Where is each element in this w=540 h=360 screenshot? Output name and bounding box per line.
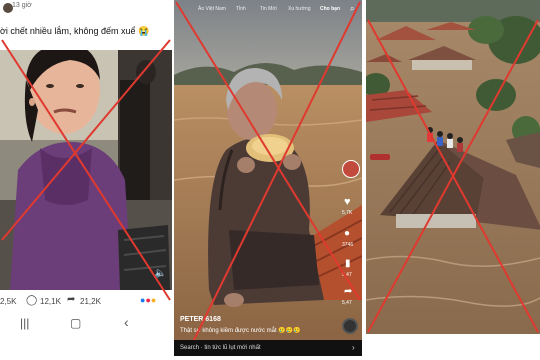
like-count: 5,7K [342, 210, 353, 216]
video-username[interactable]: PETER 6168 [180, 316, 221, 323]
like-icon[interactable]: ♥ [344, 196, 351, 208]
save-count: 5,47 [342, 272, 352, 278]
tab-2[interactable]: Tỉnh [236, 6, 246, 12]
share-icon[interactable]: ➦ [344, 286, 352, 297]
bookmark-icon[interactable]: ▮ [345, 258, 351, 269]
comments-count[interactable]: 12,1K [40, 297, 61, 306]
chevron-right-icon[interactable]: › [352, 343, 355, 352]
tiktok-video-screenshot: Ảo Việt Nam Tỉnh Tin Mới Xu hướng Cho bạ… [174, 0, 362, 356]
tab-4[interactable]: Xu hướng [288, 6, 310, 12]
comment-icon[interactable]: ◯ [26, 295, 37, 306]
post-photo: 🔈 [0, 50, 172, 290]
mute-icon[interactable]: 🔈 [154, 268, 166, 279]
share-count: 5,47 [342, 300, 352, 306]
shares-count[interactable]: 21,2K [80, 297, 101, 306]
search-icon[interactable]: ⌕ [350, 4, 354, 14]
comment-count: 3746 [342, 242, 354, 248]
tab-1[interactable]: Ảo Việt Nam [198, 6, 226, 12]
reaction-icons: ●●● [140, 295, 156, 305]
reactions-count[interactable]: 2,5K [0, 297, 16, 306]
music-disc-icon[interactable] [342, 318, 358, 334]
video-caption: Thật sự không kiềm được nước mắt 🥲🥲🥲 [180, 328, 301, 334]
tiktok-action-rail: ♥ 5,7K ● 3746 ▮ 5,47 ➦ 5,47 [340, 160, 362, 340]
comment-icon[interactable]: ● [344, 228, 350, 239]
search-bar-text: Search · tin tức lũ lụt mới nhất [180, 345, 261, 351]
share-icon[interactable]: ➦ [67, 294, 75, 305]
tab-3[interactable]: Tin Mới [260, 6, 277, 12]
engagement-bar: 2,5K ◯ 12,1K ➦ 21,2K ●●● [0, 290, 172, 312]
haha-icon: ● [150, 295, 157, 305]
recent-apps-icon[interactable]: ||| [20, 316, 29, 330]
tiktok-top-nav: Ảo Việt Nam Tỉnh Tin Mới Xu hướng Cho bạ… [174, 4, 362, 18]
post-caption: ời chết nhiều lắm, không đếm xuể 😭 [0, 26, 150, 36]
facebook-post-screenshot: 13 giờ ời chết nhiều lắm, không đếm xuể … [0, 0, 172, 360]
post-time: 13 giờ [12, 2, 32, 9]
android-nav-bar: ||| ▢ ‹ [0, 312, 172, 336]
tab-5[interactable]: Cho bạn [320, 6, 340, 12]
search-bar[interactable]: Search · tin tức lũ lụt mới nhất › [174, 342, 362, 356]
aerial-flood-photo [366, 0, 540, 334]
creator-avatar[interactable] [342, 160, 360, 178]
back-icon[interactable]: ‹ [124, 314, 129, 330]
home-icon[interactable]: ▢ [70, 316, 81, 330]
post-header: 13 giờ ời chết nhiều lắm, không đếm xuể … [0, 0, 172, 50]
